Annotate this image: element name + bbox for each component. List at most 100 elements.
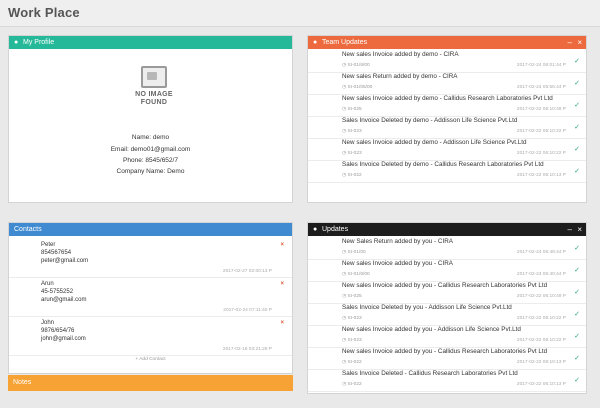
item-ref: ◷ SI-022: [342, 382, 362, 387]
user-icon: ●: [14, 39, 19, 46]
item-title: New sales Invoice added by you - Callidu…: [342, 282, 548, 289]
list-item[interactable]: New sales Invoice added by demo - Callid…: [308, 94, 586, 117]
notes-header-title: Notes: [13, 379, 32, 386]
contact-email: peter@gmail.com: [41, 258, 89, 264]
notes-panel: Notes: [8, 375, 293, 391]
item-ref: ◷ SI-023: [342, 129, 362, 134]
item-title: New sales Invoice added by you - Addisso…: [342, 326, 521, 333]
item-ref: ◷ SI-025: [342, 107, 362, 112]
contact-name: John: [41, 320, 55, 326]
item-time: 2017-02-22 06:10:13 P: [516, 382, 566, 387]
list-item[interactable]: New Sales Return added by you - CIRA ◷ SI…: [308, 237, 586, 260]
item-title: New sales Invoice added by demo - Callid…: [342, 95, 553, 102]
check-icon: ✓: [574, 168, 580, 175]
no-image-text-2: FOUND: [140, 99, 168, 106]
item-ref: ◷ SI-01/6/00: [342, 63, 370, 68]
notes-header[interactable]: Notes: [8, 375, 293, 391]
item-title: Sales Invoice Deleted - Callidus Researc…: [342, 370, 518, 377]
profile-panel: ● My Profile NO IMAGE FOUND Name: demo Em…: [8, 35, 293, 203]
image-icon: [141, 66, 167, 88]
check-icon: ✓: [574, 377, 580, 384]
item-ref: ◷ SI-01/6/00: [342, 272, 370, 277]
contact-email: arun@gmail.com: [41, 297, 87, 303]
contacts-header: Contacts: [9, 223, 292, 236]
bell-icon: ●: [313, 226, 318, 233]
item-ref: ◷ SI-01/00: [342, 250, 366, 255]
list-item[interactable]: New sales Invoice added by you - CIRA ◷ S…: [308, 259, 586, 282]
item-title: New sales Invoice added by demo - Addiss…: [342, 139, 527, 146]
list-item[interactable]: Sales Invoice Deleted by demo - Addisson…: [308, 116, 586, 139]
profile-header: ● My Profile: [9, 36, 292, 49]
contact-item[interactable]: John 9876/654/76 john@gmail.com 2017-02-16 …: [9, 317, 292, 356]
profile-company: Company Name: Demo: [116, 168, 185, 175]
item-time: 2017-02-24 06:01:44 P: [516, 63, 566, 68]
profile-name: Name: demo: [131, 134, 170, 141]
contact-item[interactable]: Arun 45-5755252 arun@gmail.com 2017-02-24 0…: [9, 278, 292, 317]
profile-phone: Phone: 8545/652/7: [123, 157, 178, 164]
list-item[interactable]: New sales Invoice added by demo - Addiss…: [308, 138, 586, 161]
list-item[interactable]: New sales Invoice added by you - Addisso…: [308, 325, 586, 348]
item-time: 2017-02-22 06:10:22 P: [516, 338, 566, 343]
item-ref: ◷ SI-022: [342, 360, 362, 365]
item-ref: ◷ SI-023: [342, 151, 362, 156]
item-time: 2017-02-22 06:10:13 P: [516, 173, 566, 178]
item-time: 2017-02-22 06:10:22 P: [516, 151, 566, 156]
top-bar: Work Place: [0, 0, 600, 27]
minimize-button[interactable]: –: [568, 36, 572, 49]
contact-item[interactable]: Peter 854567654 peter@gmail.com 2017-02-27 …: [9, 239, 292, 278]
close-icon[interactable]: ×: [280, 320, 284, 326]
no-image-placeholder: NO IMAGE FOUND: [124, 66, 184, 107]
item-ref: ◷ SI-022: [342, 173, 362, 178]
contacts-panel: Contacts Peter 854567654 peter@gmail.com 20…: [8, 222, 293, 374]
close-button[interactable]: ×: [577, 223, 582, 236]
item-title: New sales Return added by demo - CIRA: [342, 73, 458, 80]
check-icon: ✓: [574, 311, 580, 318]
contact-phone: 9876/654/76: [41, 328, 75, 334]
team-updates-header: ● Team Updates – ×: [308, 36, 586, 49]
contact-phone: 45-5755252: [41, 289, 74, 295]
list-item[interactable]: New sales Invoice added by you - Callidu…: [308, 281, 586, 304]
check-icon: ✓: [574, 245, 580, 252]
users-icon: ●: [313, 39, 318, 46]
page-title: Work Place: [8, 5, 80, 20]
list-item[interactable]: Sales Invoice Deleted by demo - Callidus…: [308, 160, 586, 183]
item-title: New sales Invoice added by you - CIRA: [342, 260, 453, 267]
close-icon[interactable]: ×: [280, 281, 284, 287]
contact-phone: 854567654: [41, 250, 72, 256]
item-title: Sales Invoice Deleted by demo - Callidus…: [342, 161, 544, 168]
updates-header: ● Updates – ×: [308, 223, 586, 236]
contact-name: Arun: [41, 281, 54, 287]
close-icon[interactable]: ×: [280, 242, 284, 248]
item-time: 2017-02-22 06:10:13 P: [516, 360, 566, 365]
item-ref: ◷ SI-023: [342, 338, 362, 343]
contact-time: 2017-02-27 02:00:13 P: [222, 269, 272, 274]
item-ref: ◷ SI-023: [342, 316, 362, 321]
item-time: 2017-02-22 06:10:22 P: [516, 316, 566, 321]
check-icon: ✓: [574, 146, 580, 153]
check-icon: ✓: [574, 80, 580, 87]
contact-time: 2017-02-16 03:21:29 P: [222, 347, 272, 352]
list-item[interactable]: Sales Invoice Deleted - Callidus Researc…: [308, 369, 586, 392]
item-ref: ◷ SI-025: [342, 294, 362, 299]
check-icon: ✓: [574, 58, 580, 65]
item-title: New Sales Return added by you - CIRA: [342, 238, 453, 245]
check-icon: ✓: [574, 289, 580, 296]
list-item[interactable]: New sales Invoice added by demo - CIRA ◷ …: [308, 50, 586, 73]
list-item[interactable]: New sales Return added by demo - CIRA ◷ S…: [308, 72, 586, 95]
check-icon: ✓: [574, 102, 580, 109]
item-title: Sales Invoice Deleted by you - Addisson …: [342, 304, 512, 311]
item-time: 2017-02-22 06:10:49 P: [516, 294, 566, 299]
item-title: Sales Invoice Deleted by demo - Addisson…: [342, 117, 518, 124]
item-time: 2017-02-22 06:10:49 P: [516, 107, 566, 112]
list-item[interactable]: New sales Invoice added by you - Callidu…: [308, 347, 586, 370]
no-image-text-1: NO IMAGE: [135, 91, 173, 98]
item-time: 2017-02-24 05:48:44 P: [516, 250, 566, 255]
item-time: 2017-02-24 05:55:44 P: [516, 85, 566, 90]
close-button[interactable]: ×: [577, 36, 582, 49]
add-contact-link[interactable]: + Add Contact: [9, 357, 292, 362]
list-item[interactable]: Sales Invoice Deleted by you - Addisson …: [308, 303, 586, 326]
minimize-button[interactable]: –: [568, 223, 572, 236]
team-updates-header-title: Team Updates: [322, 39, 368, 46]
updates-panel: ● Updates – × New Sales Return added by y…: [307, 222, 587, 394]
item-time: 2017-02-22 06:10:22 P: [516, 129, 566, 134]
